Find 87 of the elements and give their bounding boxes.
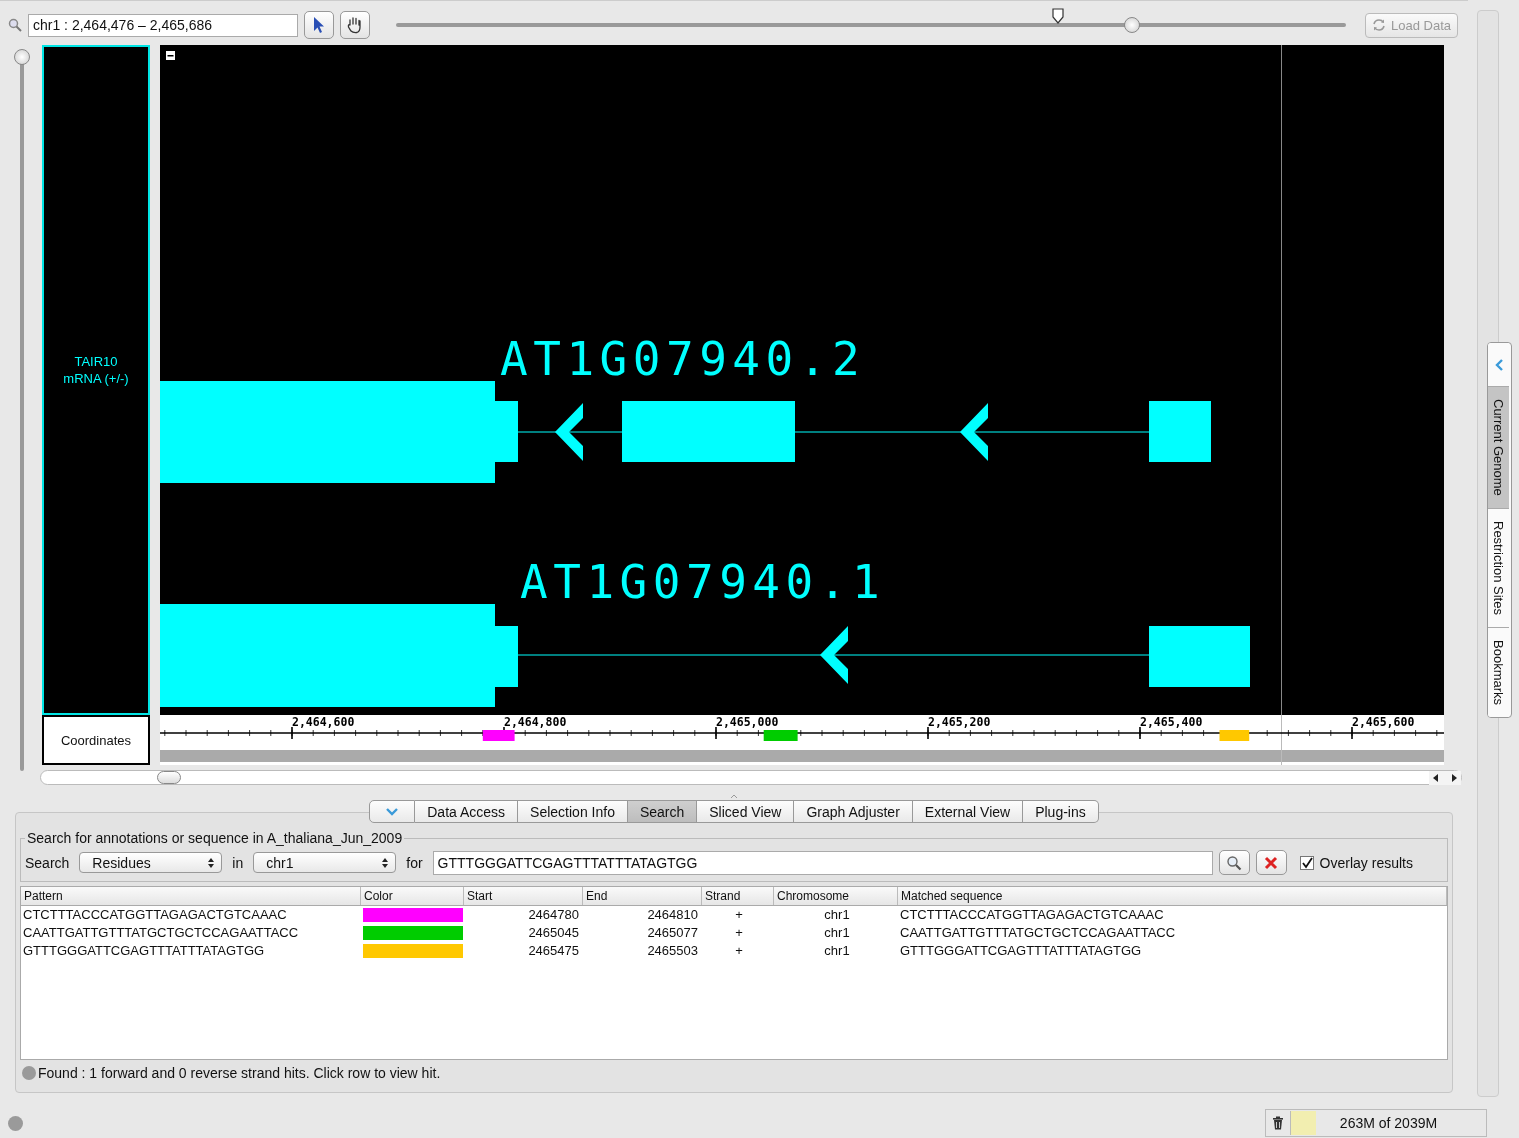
memory-reading: 263M of 2039M — [1338, 1115, 1439, 1131]
field-label: in — [232, 854, 244, 871]
horizontal-scrollbar[interactable] — [40, 770, 1462, 785]
table-cell-text: 2465475 — [527, 942, 580, 960]
hit-marker[interactable] — [1219, 730, 1250, 741]
collapse-icon[interactable] — [166, 51, 175, 60]
table-cell-text: GTTTGGGATTCGAGTTTATTTATAGTGG — [899, 942, 1143, 960]
field-label: for — [406, 854, 423, 871]
checkbox[interactable] — [1299, 855, 1314, 870]
table-cell-text: 2465503 — [646, 942, 699, 960]
hand-icon — [346, 16, 364, 34]
collapse-tab-button[interactable] — [369, 800, 416, 823]
ruler-label: 2,465,000 — [716, 715, 779, 729]
trash-icon — [1272, 1116, 1284, 1130]
table-cell-text: CTCTTTACCCATGGTTAGAGACTGTCAAAC — [22, 906, 288, 924]
chevron-down-icon — [385, 806, 400, 817]
panel-title: Search for annotations or sequence in A_thaliana_Jun_2009 — [26, 830, 404, 846]
table-cell-text: GTTTGGGATTCGAGTTTATTTATAGTGG — [22, 942, 266, 960]
ruler-label: 2,465,400 — [1140, 715, 1203, 729]
pointer-icon — [312, 16, 326, 34]
gene-label: AT1G07940.1 — [520, 555, 886, 609]
table-cell-text: chr1 — [823, 924, 851, 942]
column-header[interactable]: Color — [361, 887, 464, 905]
close-icon — [1264, 855, 1279, 870]
hit-marker[interactable] — [763, 730, 798, 741]
chromosome-dropdown[interactable]: chr1 — [253, 852, 397, 873]
updown-icon — [207, 856, 216, 869]
column-header[interactable]: End — [583, 887, 702, 905]
table-cell-text: chr1 — [823, 906, 851, 924]
clear-button[interactable] — [1255, 850, 1287, 875]
table-cell-text: + — [734, 906, 744, 924]
search-icon — [1226, 854, 1243, 871]
track-label: Coordinates — [42, 715, 150, 765]
table-cell-text: 2465045 — [527, 924, 580, 942]
side-tab[interactable]: Bookmarks — [1488, 626, 1509, 717]
status-icon — [8, 1115, 23, 1131]
hand-tool-button[interactable] — [340, 11, 370, 39]
tab[interactable]: Selection Info — [518, 800, 628, 823]
marker-pin-icon[interactable] — [1052, 8, 1064, 24]
track-label: TAIR10 mRNA (+/-) — [62, 353, 130, 387]
slider-thumb[interactable] — [14, 49, 30, 65]
field-label: Search — [25, 854, 70, 871]
updown-icon — [381, 856, 390, 869]
table-cell-text: 2464810 — [646, 906, 699, 924]
table-cell-text: chr1 — [823, 942, 851, 960]
search-icon — [8, 18, 22, 32]
checkbox-label: Overlay results — [1319, 854, 1413, 871]
gene-model[interactable] — [160, 604, 1250, 707]
tab[interactable]: Search — [627, 800, 698, 823]
location-field[interactable]: chr1 : 2,464,476 – 2,465,686 — [28, 13, 298, 37]
status-text: Found : 1 forward and 0 reverse strand hits. Click row to view hit. — [38, 1065, 441, 1081]
tab[interactable]: Data Access — [415, 800, 519, 823]
scroll-thumb[interactable] — [157, 771, 181, 784]
tab[interactable]: Graph Adjuster — [794, 800, 913, 823]
search-type-dropdown[interactable]: Residues — [79, 852, 223, 873]
refresh-icon — [1372, 18, 1386, 32]
ruler-label: 2,464,800 — [504, 715, 567, 729]
table-cell-text: 2465077 — [646, 924, 699, 942]
tab[interactable]: Plug-ins — [1023, 800, 1099, 823]
search-field[interactable]: GTTTGGGATTCGAGTTTATTTATAGTGG — [432, 850, 1213, 875]
column-header[interactable]: Start — [464, 887, 583, 905]
column-header[interactable]: Pattern — [21, 887, 361, 905]
status-icon — [22, 1066, 36, 1080]
vertical-zoom-slider[interactable] — [14, 49, 30, 771]
tab[interactable]: External View — [912, 800, 1024, 823]
tab[interactable]: Sliced View — [697, 800, 795, 823]
gene-model[interactable] — [160, 381, 1211, 483]
hit-marker[interactable] — [482, 730, 515, 741]
ruler-label: 2,464,600 — [292, 715, 355, 729]
table-cell-text: + — [734, 924, 744, 942]
search-button[interactable] — [1218, 850, 1250, 875]
column-header[interactable]: Chromosome — [774, 887, 898, 905]
table-cell-text: + — [734, 942, 744, 960]
gene-label: AT1G07940.2 — [500, 332, 866, 386]
ruler-label: 2,465,600 — [1352, 715, 1415, 729]
select-tool-button[interactable] — [304, 11, 334, 39]
table-cell-text: CAATTGATTGTTTATGCTGCTCCAGAATTACC — [899, 924, 1177, 942]
side-tab[interactable]: Current Genome — [1488, 386, 1509, 508]
table-cell-text: CTCTTTACCCATGGTTAGAGACTGTCAAAC — [899, 906, 1165, 924]
slider-thumb[interactable] — [1124, 17, 1141, 33]
table-cell-text: 2464780 — [527, 906, 580, 924]
column-header[interactable]: Matched sequence — [898, 887, 1447, 905]
column-header[interactable]: Strand — [702, 887, 774, 905]
table-cell-text: CAATTGATTGTTTATGCTGCTCCAGAATTACC — [22, 924, 300, 942]
ruler-label: 2,465,200 — [928, 715, 991, 729]
splitter-handle-icon[interactable] — [730, 794, 738, 799]
chevron-left-icon — [1493, 357, 1504, 372]
